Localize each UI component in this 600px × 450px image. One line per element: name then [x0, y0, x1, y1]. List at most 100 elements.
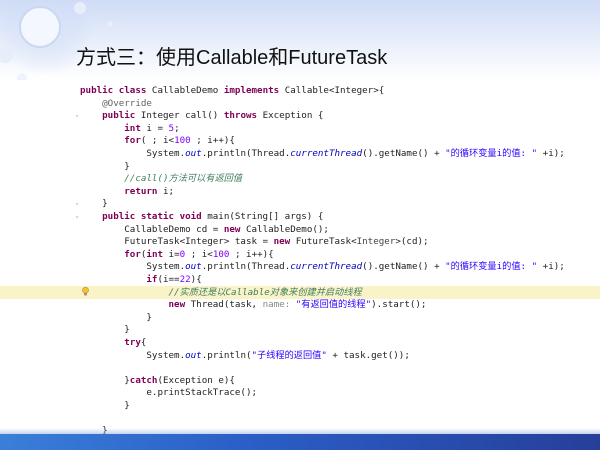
code-line: public Integer call() throws Exception { — [0, 109, 600, 122]
code-editor: public class CallableDemo implements Cal… — [0, 84, 600, 436]
code-line-text: //call()方法可以有返回值 — [80, 172, 242, 185]
slide: 方式三：使用Callable和FutureTask public class C… — [0, 0, 600, 450]
code-token: Integer call() — [140, 110, 224, 122]
code-token: implements — [223, 85, 285, 96]
code-line-text: for(int i=0 ; i<100 ; i++){ — [80, 248, 274, 261]
code-line: int i = 5; — [0, 122, 600, 135]
code-token: { — [140, 337, 147, 348]
code-line-text: System.out.println("子线程的返回值" + task.get(… — [80, 349, 410, 362]
code-line: //call()方法可以有返回值 — [0, 172, 600, 185]
code-token: return — [80, 185, 163, 197]
code-token: for — [80, 248, 141, 260]
code-token: out — [185, 349, 202, 361]
code-token: Exception { — [262, 110, 324, 122]
code-line: } — [0, 399, 600, 412]
code-token: "有返回值的线程" — [295, 299, 372, 311]
code-token: .println( — [201, 349, 252, 361]
code-token: @Override — [80, 97, 152, 109]
fold-marker[interactable]: ▿ — [75, 112, 79, 120]
slide-title: 方式三：使用Callable和FutureTask — [76, 47, 388, 69]
code-token: 22 — [179, 274, 191, 285]
code-token: } — [80, 198, 108, 210]
code-line-text: } — [80, 399, 130, 412]
code-line-text: int i = 5; — [80, 122, 180, 135]
code-token: currentThread — [290, 148, 363, 159]
code-token: >(cd); — [395, 236, 429, 248]
code-token: (Exception e){ — [157, 374, 235, 386]
code-line: } — [0, 197, 600, 210]
code-token: ; — [174, 122, 180, 134]
fold-marker[interactable]: ▿ — [75, 200, 79, 208]
code-token: main(String[] args) { — [207, 211, 324, 222]
code-line-text: try{ — [80, 336, 146, 349]
code-line: if(i==22){ — [0, 273, 600, 286]
code-token: FutureTask< — [295, 236, 357, 248]
code-line-text: } — [80, 323, 130, 336]
code-line-text: return i; — [80, 185, 174, 198]
code-token: Integer — [356, 236, 396, 248]
code-line-text: new Thread(task, name: "有返回值的线程").start(… — [80, 298, 427, 311]
code-token: out — [185, 148, 202, 159]
code-token: CallableDemo(); — [245, 223, 329, 235]
code-token: FutureTask<Integer> task = — [80, 236, 274, 248]
code-line: for(int i=0 ; i<100 ; i++){ — [0, 248, 600, 261]
code-line: new Thread(task, name: "有返回值的线程").start(… — [0, 298, 600, 311]
fold-marker[interactable]: ▿ — [75, 213, 79, 221]
code-line-text: if(i==22){ — [80, 273, 202, 286]
code-line-text: } — [80, 160, 130, 173]
code-token: ){ — [190, 274, 202, 285]
code-token: ( ; i< — [140, 135, 175, 147]
code-token: + task.get()); — [326, 349, 410, 361]
lightbulb-icon[interactable] — [82, 286, 89, 296]
code-line: System.out.println(Thread.currentThread(… — [0, 260, 600, 273]
code-token: 100 — [212, 248, 230, 260]
code-token: "子线程的返回值" — [251, 349, 327, 361]
code-token: } — [80, 311, 152, 323]
code-line: } — [0, 311, 600, 324]
code-token: Callable<Integer>{ — [284, 85, 385, 96]
code-line-text: } — [80, 311, 152, 324]
code-token: +i); — [537, 261, 565, 273]
code-line-text: } — [80, 197, 108, 210]
code-token: public class — [80, 85, 152, 96]
code-token: e.printStackTrace(); — [80, 387, 258, 399]
code-line-text: System.out.println(Thread.currentThread(… — [80, 260, 565, 273]
code-line: } — [0, 160, 600, 173]
code-token: i= — [168, 248, 180, 260]
code-line-text: //实质还是以Callable对象来创建并启动线程 — [80, 286, 362, 299]
code-token: name: — [262, 299, 296, 311]
code-token: Thread(task, — [190, 299, 263, 311]
code-token: } — [80, 160, 130, 172]
code-token: } — [80, 374, 130, 386]
code-line: System.out.println("子线程的返回值" + task.get(… — [0, 349, 600, 362]
code-line-text: for( ; i<100 ; i++){ — [80, 134, 235, 147]
code-line: try{ — [0, 336, 600, 349]
code-line: } — [0, 323, 600, 336]
code-token: ; i< — [185, 248, 213, 260]
code-token: System. — [80, 148, 186, 159]
code-line: for( ; i<100 ; i++){ — [0, 134, 600, 147]
code-token: ; i++){ — [229, 248, 274, 260]
code-token: currentThread — [290, 261, 363, 273]
code-line-text: }catch(Exception e){ — [80, 374, 235, 387]
code-token: System. — [80, 349, 186, 361]
code-token: } — [80, 324, 130, 336]
code-token: ().getName() + — [362, 148, 446, 159]
code-token: if — [80, 274, 158, 285]
code-token: ; i++){ — [190, 135, 235, 147]
code-token: i; — [162, 185, 175, 197]
code-token: ().getName() + — [362, 261, 446, 273]
code-line: //实质还是以Callable对象来创建并启动线程 — [0, 285, 600, 299]
code-token: public static void — [80, 211, 208, 222]
code-line: public static void main(String[] args) { — [0, 210, 600, 223]
code-token: CallableDemo — [151, 85, 224, 96]
code-token: for — [80, 135, 141, 147]
code-token: try — [80, 337, 141, 348]
code-line-text: @Override — [80, 97, 152, 110]
code-token: .println(Thread. — [201, 148, 291, 159]
code-token: (i== — [157, 274, 180, 285]
code-line-text: CallableDemo cd = new CallableDemo(); — [80, 223, 329, 236]
code-line: @Override — [0, 97, 600, 110]
